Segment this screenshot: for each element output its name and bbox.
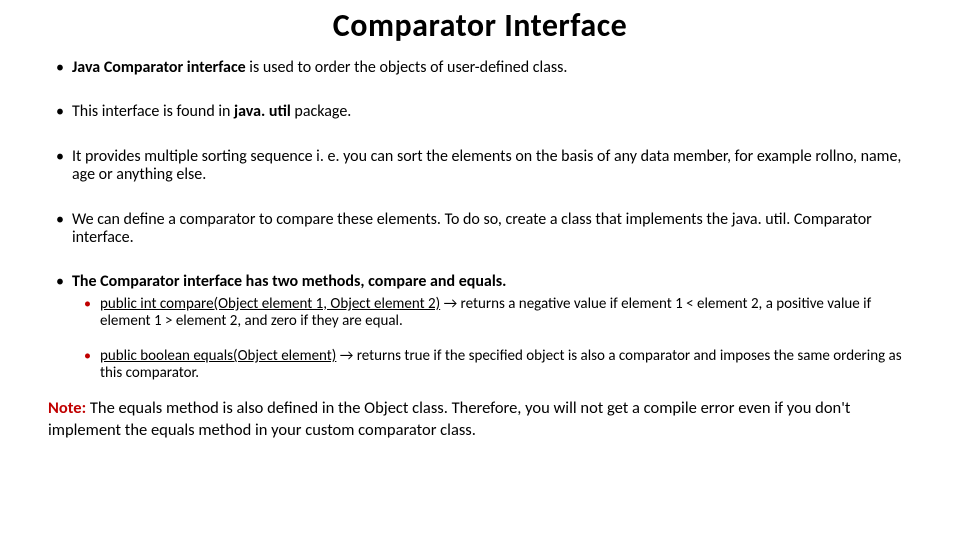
sub-bullet-2: public boolean equals(Object element) → …: [72, 348, 912, 383]
sub-2-signature: public boolean equals(Object element): [100, 347, 336, 365]
sub-2-arrow: →: [336, 347, 356, 365]
note-c2: Object: [364, 398, 408, 418]
sub-list: public int compare(Object element 1, Obj…: [72, 296, 912, 383]
bullet-1-bold: Java Comparator interface: [72, 58, 246, 77]
bullet-1: Java Comparator interface is used to ord…: [48, 59, 912, 77]
bullet-2a: This interface is found in: [72, 102, 234, 121]
page-title: Comparator Interface: [48, 6, 912, 45]
main-list: Java Comparator interface is used to ord…: [48, 59, 912, 383]
bullet-3-text: It provides multiple sorting sequence i.…: [72, 147, 901, 184]
slide: Comparator Interface Java Comparator int…: [0, 0, 960, 540]
bullet-4: We can define a comparator to compare th…: [48, 211, 912, 248]
bullet-2b: package.: [291, 102, 352, 121]
sub-bullet-1: public int compare(Object element 1, Obj…: [72, 296, 912, 331]
bullet-1-rest: is used to order the objects of user-def…: [246, 58, 568, 77]
bullet-4-text: We can define a comparator to compare th…: [72, 210, 872, 247]
bullet-5-text: The Comparator interface has two methods…: [72, 272, 506, 291]
note-label: Note:: [48, 398, 86, 418]
note-t1: The: [86, 398, 118, 418]
bullet-2-pkg: java. util: [234, 102, 291, 121]
note-t4: method in your custom comparator class.: [195, 420, 476, 440]
bullet-2: This interface is found in java. util pa…: [48, 103, 912, 121]
sub-1-arrow: →: [440, 295, 460, 313]
sub-1-signature: public int compare(Object element 1, Obj…: [100, 295, 440, 313]
note-c1: equals: [119, 398, 163, 418]
note-t2: method is also defined in the: [162, 398, 364, 418]
note: Note: The equals method is also defined …: [48, 397, 912, 442]
note-c3: equals: [151, 420, 195, 440]
bullet-3: It provides multiple sorting sequence i.…: [48, 148, 912, 185]
bullet-5: The Comparator interface has two methods…: [48, 273, 912, 382]
